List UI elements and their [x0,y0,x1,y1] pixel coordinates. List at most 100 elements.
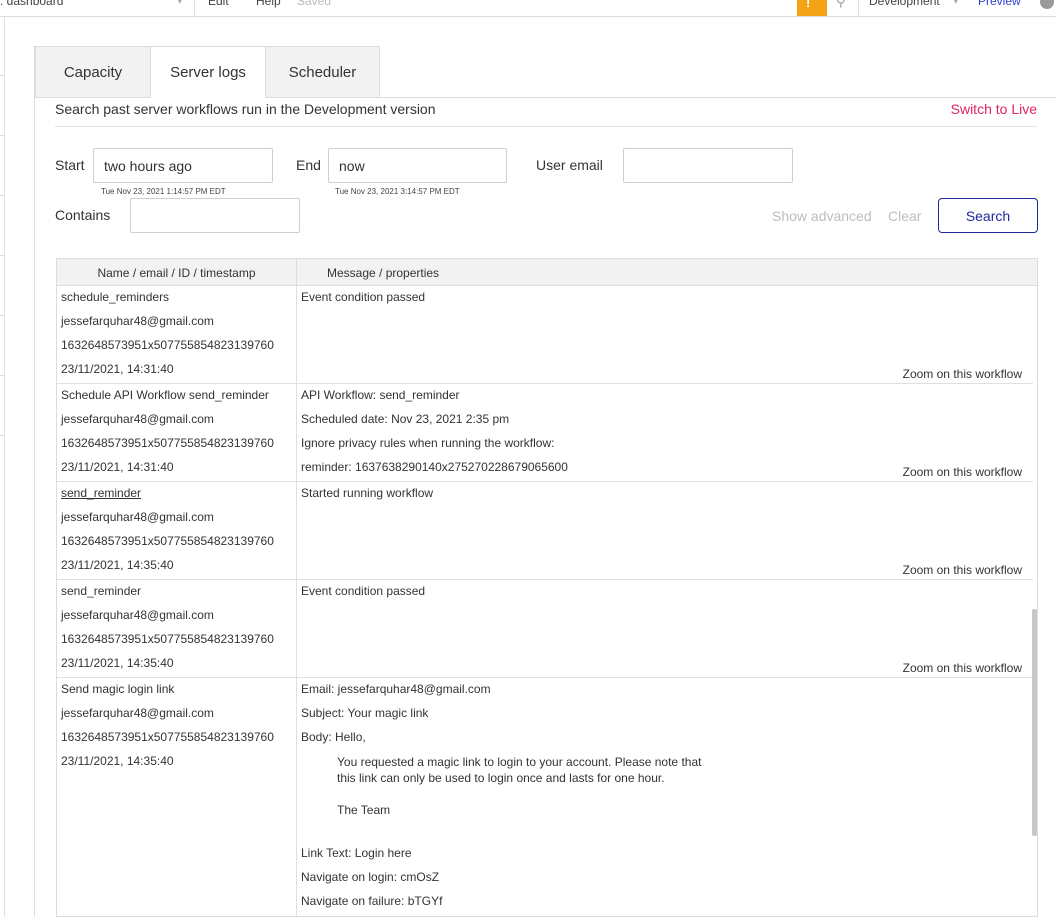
chevron-down-icon[interactable]: ▾ [177,0,183,7]
table-row: schedule_reminders jessefarquhar48@gmail… [57,286,1033,384]
logs-panel: Capacity Server logs Scheduler Search pa… [34,46,1056,917]
message-line: Event condition passed [301,290,426,304]
workflow-id: 1632648573951x507755854823139760 [61,338,274,352]
row-identity-cell: send_reminder jessefarquhar48@gmail.com … [57,580,297,677]
search-button[interactable]: Search [938,198,1038,233]
end-label: End [296,157,321,173]
row-identity-cell: send_reminder jessefarquhar48@gmail.com … [57,482,297,579]
timestamp: 23/11/2021, 14:31:40 [61,460,174,474]
divider [0,75,5,76]
row-identity-cell: schedule_reminders jessefarquhar48@gmail… [57,286,297,383]
row-message-cell: Event condition passed Zoom on this work… [297,286,1032,383]
divider [858,0,859,16]
user-email: jessefarquhar48@gmail.com [61,412,214,426]
workflow-name: Schedule API Workflow send_reminder [61,388,269,402]
preview-link[interactable]: Preview [978,0,1021,8]
app-name-dropdown[interactable]: : dashboard [0,0,63,8]
upgrade-button[interactable]: ! [797,0,827,16]
contains-input[interactable] [130,198,300,233]
message-line: Scheduled date: Nov 23, 2021 2:35 pm [301,412,510,426]
timestamp: 23/11/2021, 14:35:40 [61,558,174,572]
table-header: Name / email / ID / timestamp Message / … [57,259,1037,286]
email-body-line: this link can only be used to login once… [337,771,665,785]
timestamp: 23/11/2021, 14:31:40 [61,362,174,376]
divider [55,126,1037,127]
user-email-input[interactable] [623,148,793,183]
row-message-cell: Event condition passed Zoom on this work… [297,580,1032,677]
table-row: Send magic login link jessefarquhar48@gm… [57,678,1033,916]
left-rail [0,17,5,917]
workflow-name-link[interactable]: send_reminder [61,482,296,506]
column-header-name: Name / email / ID / timestamp [57,259,297,286]
email-link-text-field: Link Text: Login here [301,846,412,860]
message-line: Ignore privacy rules when running the wo… [301,436,555,450]
timestamp: 23/11/2021, 14:35:40 [61,656,174,670]
user-email: jessefarquhar48@gmail.com [61,608,214,622]
divider [194,0,195,16]
table-row: Schedule API Workflow send_reminder jess… [57,384,1033,482]
row-message-cell: Email: jessefarquhar48@gmail.com Subject… [297,678,1032,916]
start-label: Start [55,157,85,173]
email-body-line: You requested a magic link to login to y… [337,755,702,769]
divider [0,135,5,136]
email-navigate-login-field: Navigate on login: cmOsZ [301,870,440,884]
search-icon[interactable]: ⚲ [836,0,846,10]
tab-server-logs[interactable]: Server logs [150,46,265,98]
start-hint: Tue Nov 23, 2021 1:14:57 PM EDT [101,187,226,196]
zoom-workflow-link[interactable]: Zoom on this workflow [903,659,1022,677]
workflow-id: 1632648573951x507755854823139760 [61,730,274,744]
row-message-cell: Started running workflow Zoom on this wo… [297,482,1032,579]
clear-link[interactable]: Clear [888,208,921,224]
divider [0,315,5,316]
row-identity-cell: Send magic login link jessefarquhar48@gm… [57,678,297,916]
timestamp: 23/11/2021, 14:35:40 [61,754,174,768]
show-advanced-link[interactable]: Show advanced [772,208,872,224]
user-email: jessefarquhar48@gmail.com [61,706,214,720]
workflow-name: schedule_reminders [61,290,170,304]
zoom-workflow-link[interactable]: Zoom on this workflow [903,463,1022,481]
zoom-workflow-link[interactable]: Zoom on this workflow [903,561,1022,579]
message-line: Started running workflow [301,486,434,500]
page-subtitle: Search past server workflows run in the … [55,101,436,117]
end-input[interactable]: now [328,148,507,183]
divider [0,255,5,256]
email-subject-field: Subject: Your magic link [301,706,429,720]
workflow-id: 1632648573951x507755854823139760 [61,632,274,646]
end-hint: Tue Nov 23, 2021 3:14:57 PM EDT [335,187,460,196]
switch-to-live-link[interactable]: Switch to Live [951,101,1037,117]
user-email: jessefarquhar48@gmail.com [61,510,214,524]
top-bar: : dashboard ▾ Edit Help Saved ! ⚲ Develo… [0,0,1056,17]
email-to-field: Email: jessefarquhar48@gmail.com [301,682,491,696]
environment-dropdown[interactable]: Development [869,0,940,8]
email-body-signature: The Team [337,803,391,817]
divider [0,435,5,436]
column-header-message: Message / properties [327,265,440,280]
menu-help[interactable]: Help [256,0,281,8]
contains-label: Contains [55,207,111,223]
tab-capacity[interactable]: Capacity [35,46,150,98]
table-row: send_reminder jessefarquhar48@gmail.com … [57,482,1033,580]
row-identity-cell: Schedule API Workflow send_reminder jess… [57,384,297,481]
saved-status: Saved [297,0,332,8]
divider [0,375,5,376]
chevron-down-icon[interactable]: ▾ [953,0,959,7]
email-navigate-failure-field: Navigate on failure: bTGYf [301,894,443,908]
workflow-id: 1632648573951x507755854823139760 [61,534,274,548]
workflow-name: Send magic login link [61,682,175,696]
message-line: Event condition passed [301,584,426,598]
user-email-label: User email [536,157,603,173]
user-icon[interactable] [1040,0,1054,9]
tab-bar: Capacity Server logs Scheduler [35,46,380,98]
user-email: jessefarquhar48@gmail.com [61,314,214,328]
row-message-cell: API Workflow: send_reminder Scheduled da… [297,384,1032,481]
table-row: send_reminder jessefarquhar48@gmail.com … [57,580,1033,678]
workflow-id: 1632648573951x507755854823139760 [61,436,274,450]
bolt-icon: ! [806,0,811,10]
divider [380,97,1056,98]
logs-table: Name / email / ID / timestamp Message / … [56,258,1038,917]
zoom-workflow-link[interactable]: Zoom on this workflow [903,365,1022,383]
start-input[interactable]: two hours ago [93,148,273,183]
tab-scheduler[interactable]: Scheduler [265,46,380,98]
table-scrollbar[interactable] [1032,609,1037,836]
menu-edit[interactable]: Edit [208,0,229,8]
